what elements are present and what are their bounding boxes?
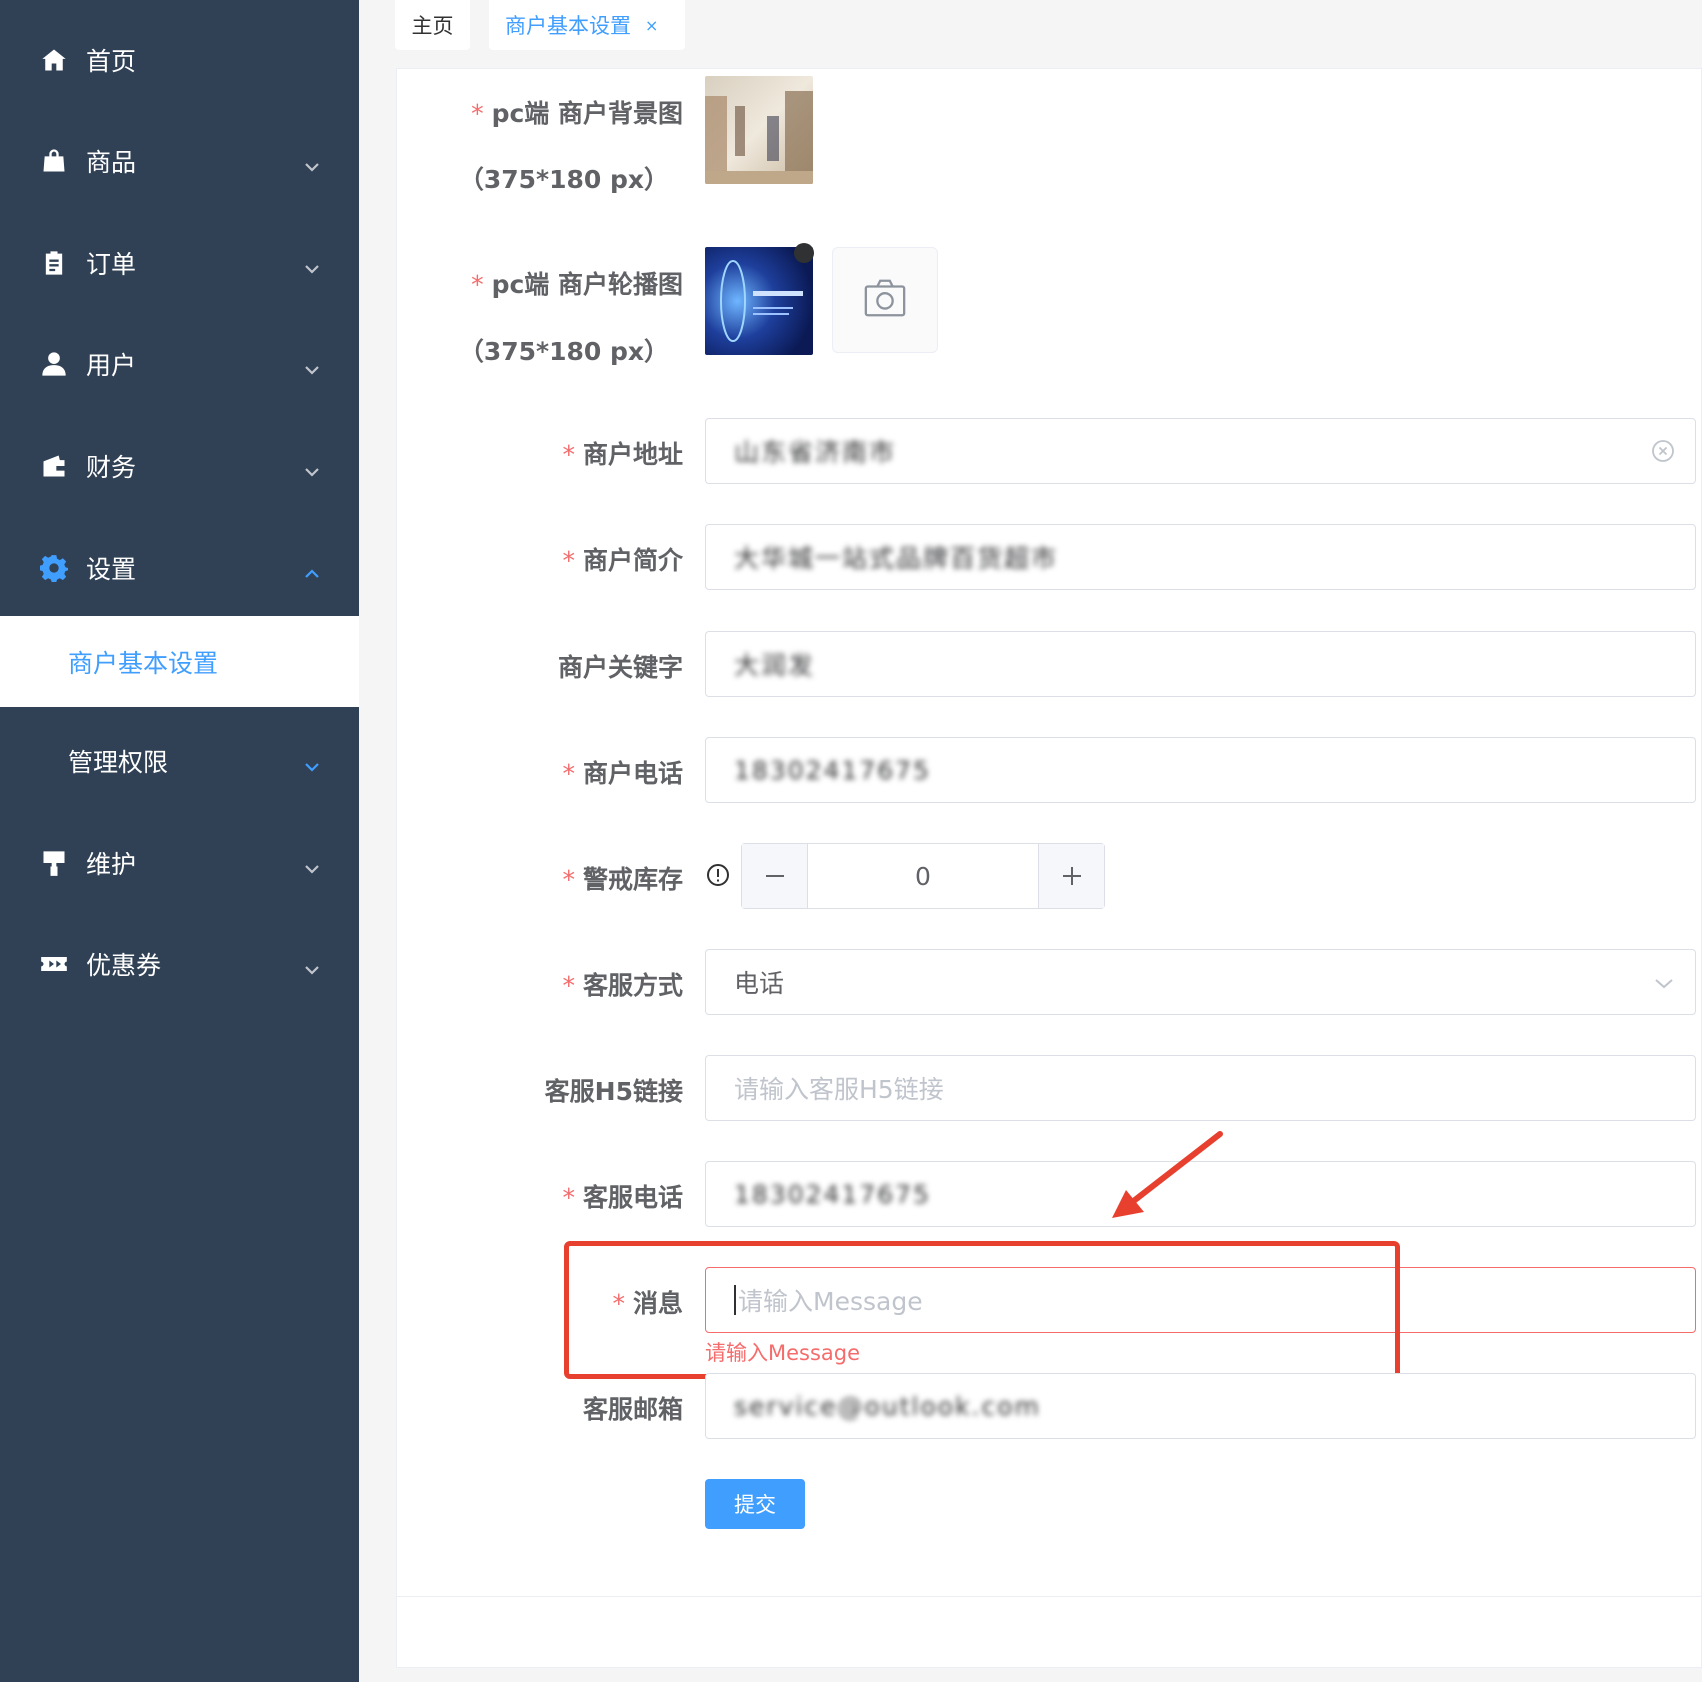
- service-phone-label: * 客服电话: [562, 1183, 683, 1212]
- annotation-arrow-icon: [1112, 1131, 1223, 1218]
- carousel-image-thumbnail[interactable]: [705, 247, 813, 355]
- sidebar-item-maintenance[interactable]: 维护: [0, 813, 359, 913]
- stock-value[interactable]: 0: [808, 844, 1038, 908]
- address-input[interactable]: 山东省济南市: [705, 418, 1696, 484]
- bg-image-label: * pc端 商户背景图: [471, 99, 683, 128]
- phone-label: * 商户电话: [562, 759, 683, 788]
- intro-input[interactable]: 大华城一站式品牌百货超市: [705, 524, 1696, 590]
- clipboard-icon: [40, 249, 68, 277]
- ticket-icon: [40, 950, 68, 978]
- tab-home[interactable]: 主页: [395, 0, 470, 50]
- remove-image-icon[interactable]: [794, 243, 814, 263]
- chevron-down-icon: [303, 153, 321, 172]
- tab-label: 商户基本设置: [505, 14, 631, 38]
- service-method-label: * 客服方式: [562, 971, 683, 1000]
- intro-label: * 商户简介: [562, 546, 683, 575]
- tab-merchant-settings[interactable]: 商户基本设置 ×: [489, 0, 685, 50]
- chevron-down-icon: [303, 956, 321, 975]
- sidebar-subitem-label: 管理权限: [68, 748, 169, 777]
- tab-label: 主页: [411, 14, 454, 38]
- minus-icon: [765, 875, 784, 877]
- h5-link-placeholder: 请输入客服H5链接: [734, 1075, 944, 1104]
- bg-image-thumbnail[interactable]: [705, 76, 813, 184]
- sidebar-subitem-label: 商户基本设置: [68, 648, 219, 678]
- home-icon: [40, 46, 68, 74]
- submit-button[interactable]: 提交: [705, 1479, 805, 1529]
- chevron-down-icon: [303, 855, 321, 874]
- user-icon: [40, 350, 68, 378]
- chevron-down-icon: [303, 753, 321, 772]
- carousel-label: * pc端 商户轮播图: [471, 270, 683, 299]
- sidebar: 首页 商品 订单 用户 财务 设置 商户基本设置 管理权限 维护 优惠券: [0, 0, 359, 1682]
- service-phone-value: 18302417675: [734, 1179, 931, 1209]
- increment-button[interactable]: [1038, 844, 1104, 908]
- sidebar-item-coupons[interactable]: 优惠券: [0, 914, 359, 1014]
- stock-label: * 警戒库存: [562, 865, 683, 894]
- gear-icon: [40, 554, 68, 582]
- sidebar-subitem-permissions[interactable]: 管理权限: [0, 711, 359, 811]
- phone-input[interactable]: 18302417675: [705, 737, 1696, 803]
- divider: [396, 1596, 1702, 1597]
- tab-bar: 主页 商户基本设置 ×: [359, 0, 1702, 62]
- annotation-highlight-box: [564, 1241, 1400, 1379]
- chevron-down-icon: [303, 255, 321, 274]
- h5-link-label: 客服H5链接: [544, 1077, 683, 1106]
- address-value: 山东省济南市: [734, 438, 897, 467]
- email-value: service@outlook.com: [734, 1391, 1041, 1421]
- bg-image-size-label: （375*180 px）: [458, 165, 669, 194]
- chevron-down-icon: [303, 356, 321, 375]
- phone-value: 18302417675: [734, 755, 931, 785]
- paint-roller-icon: [40, 849, 68, 877]
- shopping-bag-icon: [40, 147, 68, 175]
- camera-icon: [862, 275, 908, 325]
- keyword-value: 大润发: [734, 651, 816, 680]
- email-input[interactable]: service@outlook.com: [705, 1373, 1696, 1439]
- keyword-label: 商户关键字: [557, 653, 683, 682]
- carousel-size-label: （375*180 px）: [458, 337, 669, 366]
- h5-link-input[interactable]: 请输入客服H5链接: [705, 1055, 1696, 1121]
- service-method-select[interactable]: 电话: [705, 949, 1696, 1015]
- chevron-down-icon: [1653, 971, 1675, 993]
- service-method-value: 电话: [734, 969, 785, 998]
- keyword-input[interactable]: 大润发: [705, 631, 1696, 697]
- sidebar-item-orders[interactable]: 订单: [0, 213, 359, 313]
- sidebar-item-label: 首页: [86, 47, 137, 76]
- info-icon[interactable]: [706, 863, 730, 887]
- plus-icon: [1062, 867, 1081, 885]
- chevron-down-icon: [303, 458, 321, 477]
- sidebar-item-home[interactable]: 首页: [0, 10, 359, 110]
- close-icon[interactable]: ×: [645, 16, 658, 35]
- sidebar-item-settings[interactable]: 设置: [0, 518, 359, 618]
- chevron-up-icon: [303, 560, 321, 578]
- wallet-icon: [40, 452, 68, 480]
- address-label: * 商户地址: [562, 440, 683, 469]
- upload-image-button[interactable]: [832, 247, 938, 353]
- decrement-button[interactable]: [742, 844, 808, 908]
- sidebar-item-products[interactable]: 商品: [0, 111, 359, 211]
- clear-icon[interactable]: [1651, 439, 1675, 463]
- sidebar-subitem-merchant-settings[interactable]: 商户基本设置: [0, 616, 359, 707]
- sidebar-item-finance[interactable]: 财务: [0, 416, 359, 516]
- sidebar-item-users[interactable]: 用户: [0, 314, 359, 414]
- stock-stepper: 0: [741, 843, 1105, 909]
- intro-value: 大华城一站式品牌百货超市: [734, 544, 1059, 573]
- email-label: 客服邮箱: [582, 1395, 683, 1424]
